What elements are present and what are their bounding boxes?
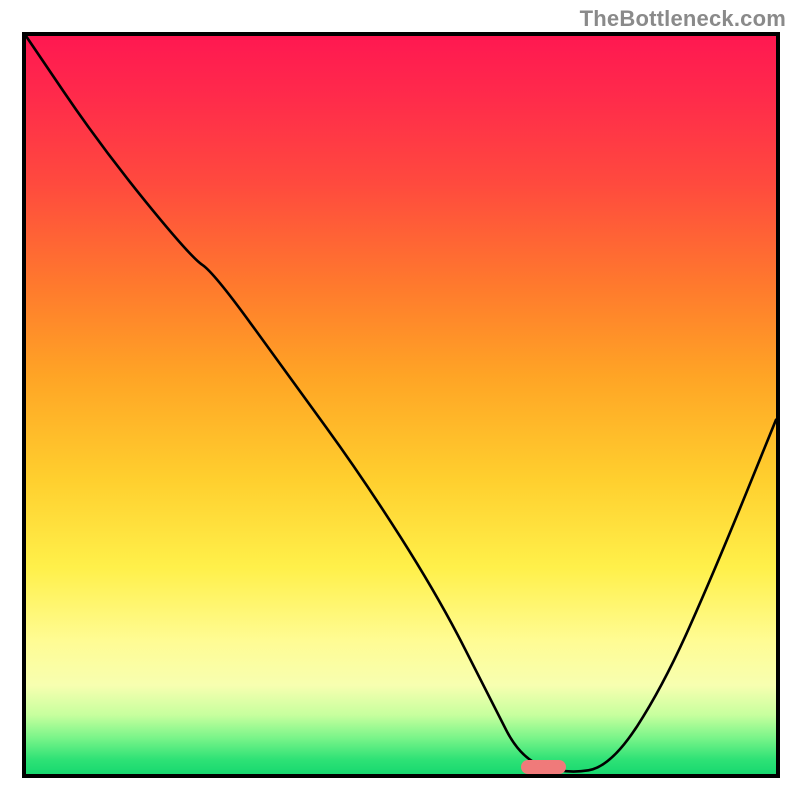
chart-container: TheBottleneck.com — [0, 0, 800, 800]
plot-area — [26, 36, 776, 774]
attribution-text: TheBottleneck.com — [580, 6, 786, 32]
plot-border — [22, 32, 780, 778]
bottleneck-curve — [26, 36, 776, 774]
optimal-marker — [521, 760, 566, 774]
